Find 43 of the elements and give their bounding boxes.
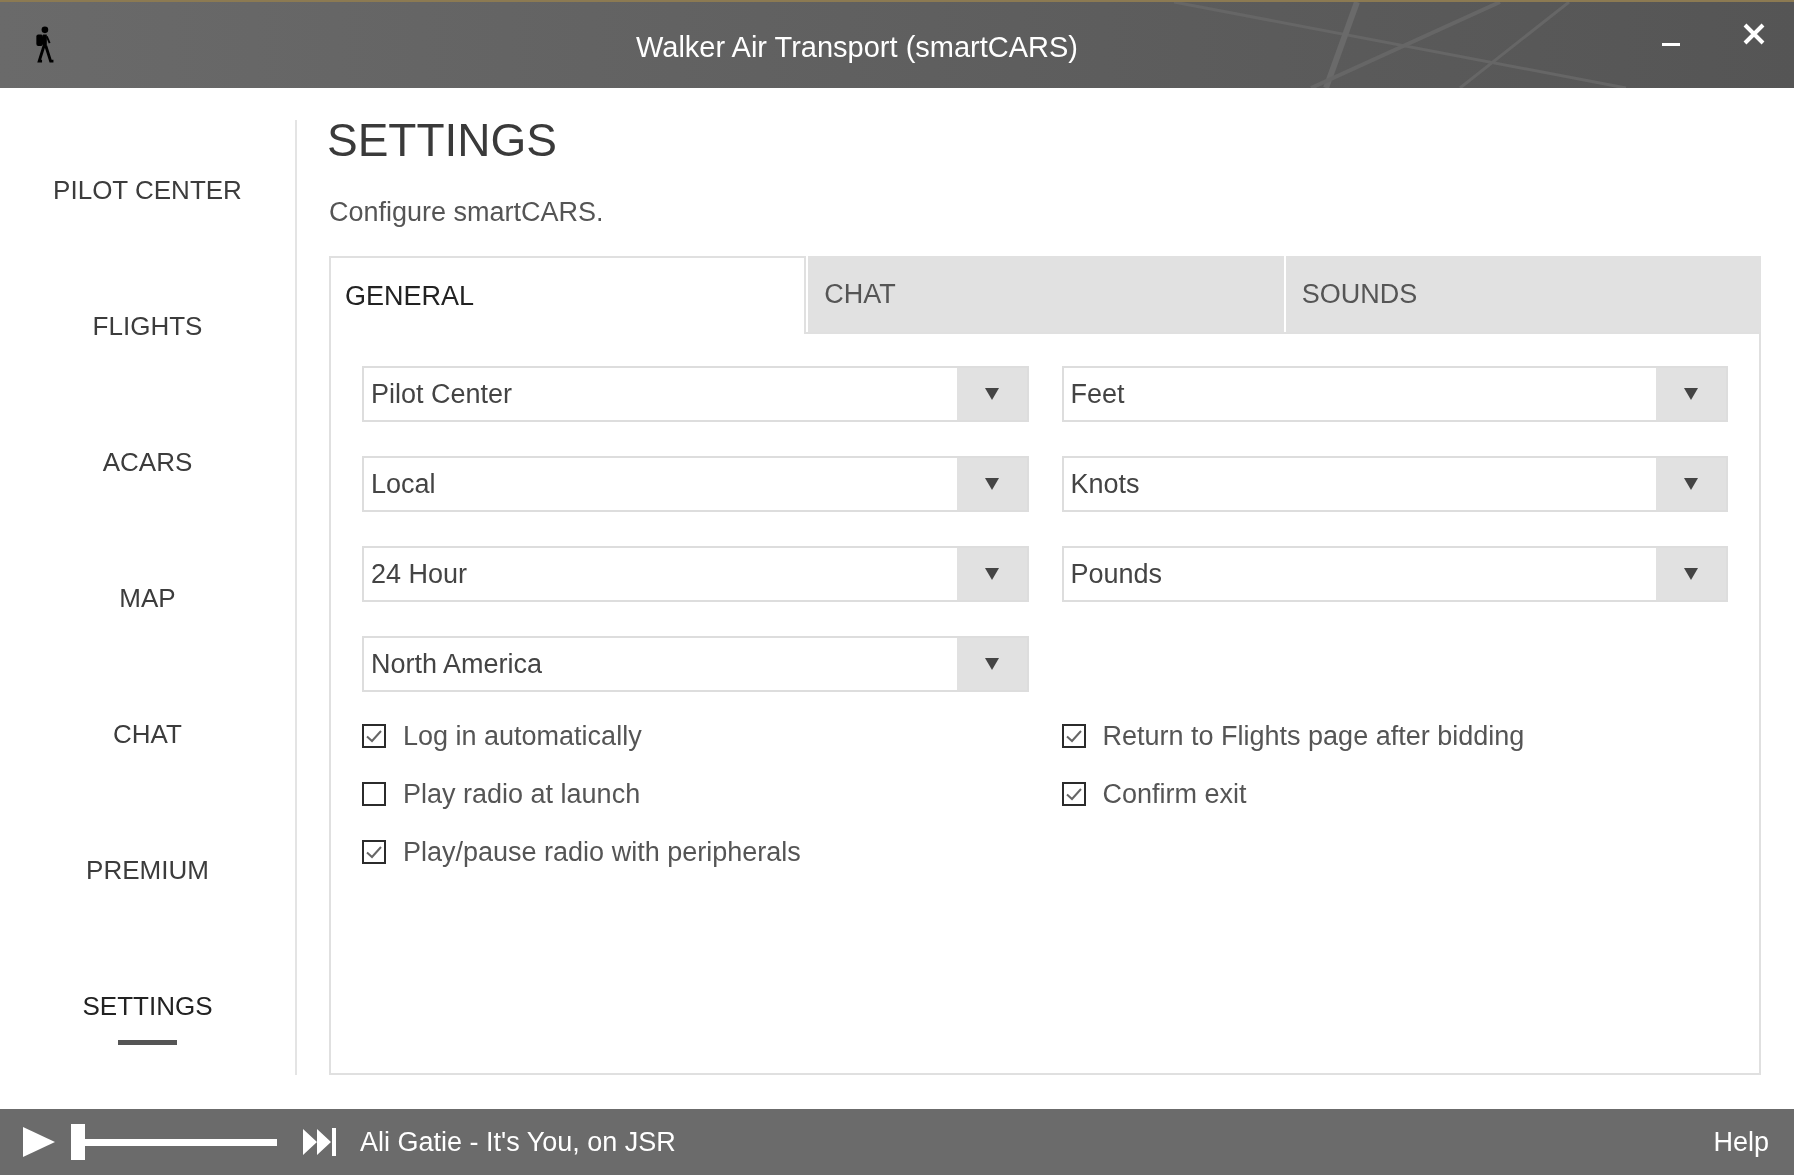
- caret-icon: [984, 388, 999, 400]
- checkbox-label[interactable]: Confirm exit: [1102, 773, 1247, 815]
- checkbox[interactable]: [1061, 782, 1086, 806]
- dropdown[interactable]: North America: [362, 636, 1029, 692]
- dropdown[interactable]: 24 Hour: [362, 546, 1029, 602]
- tab[interactable]: SOUNDS: [1285, 256, 1761, 332]
- dropdown[interactable]: Pounds: [1061, 546, 1728, 602]
- dropdown[interactable]: Pilot Center: [362, 366, 1029, 422]
- checkbox[interactable]: [1061, 724, 1086, 748]
- nav-item[interactable]: ACARS: [102, 446, 193, 478]
- checkbox[interactable]: [362, 724, 386, 748]
- nav-item[interactable]: CHAT: [113, 718, 182, 750]
- caret-icon: [984, 478, 999, 490]
- dropdown[interactable]: Local: [362, 456, 1029, 512]
- checkbox-label[interactable]: Log in automatically: [403, 715, 642, 757]
- page-title: SETTINGS: [327, 113, 558, 168]
- checkbox[interactable]: [362, 840, 386, 864]
- checkbox-label[interactable]: Play radio at launch: [403, 773, 641, 815]
- track-title: Ali Gatie - It's You, on JSR: [360, 1125, 676, 1159]
- tab[interactable]: GENERAL: [329, 256, 807, 334]
- checkbox[interactable]: [362, 782, 386, 806]
- play-icon[interactable]: [23, 1127, 55, 1157]
- checkbox-label[interactable]: Return to Flights page after bidding: [1102, 715, 1525, 757]
- nav-item[interactable]: SETTINGS: [82, 990, 213, 1022]
- caret-icon: [1684, 388, 1698, 400]
- nav-item[interactable]: FLIGHTS: [92, 310, 203, 342]
- nav-item[interactable]: PILOT CENTER: [53, 174, 242, 206]
- dropdown[interactable]: Feet: [1061, 366, 1728, 422]
- nav-item[interactable]: PREMIUM: [86, 854, 209, 886]
- help-link[interactable]: Help: [1713, 1121, 1769, 1163]
- caret-icon: [1684, 478, 1698, 490]
- checkbox-label[interactable]: Play/pause radio with peripherals: [403, 831, 801, 873]
- tab[interactable]: CHAT: [808, 256, 1284, 332]
- close-icon[interactable]: [1743, 23, 1765, 45]
- caret-icon: [1684, 568, 1698, 580]
- nav-item[interactable]: MAP: [119, 582, 176, 614]
- page-subtitle: Configure smartCARS.: [329, 196, 604, 229]
- skip-forward-icon[interactable]: [303, 1127, 337, 1157]
- slider-thumb[interactable]: [71, 1124, 85, 1160]
- window-title: Walker Air Transport (smartCARS): [635, 30, 1079, 66]
- dropdown[interactable]: Knots: [1061, 456, 1728, 512]
- caret-icon: [984, 658, 999, 670]
- caret-icon: [984, 568, 999, 580]
